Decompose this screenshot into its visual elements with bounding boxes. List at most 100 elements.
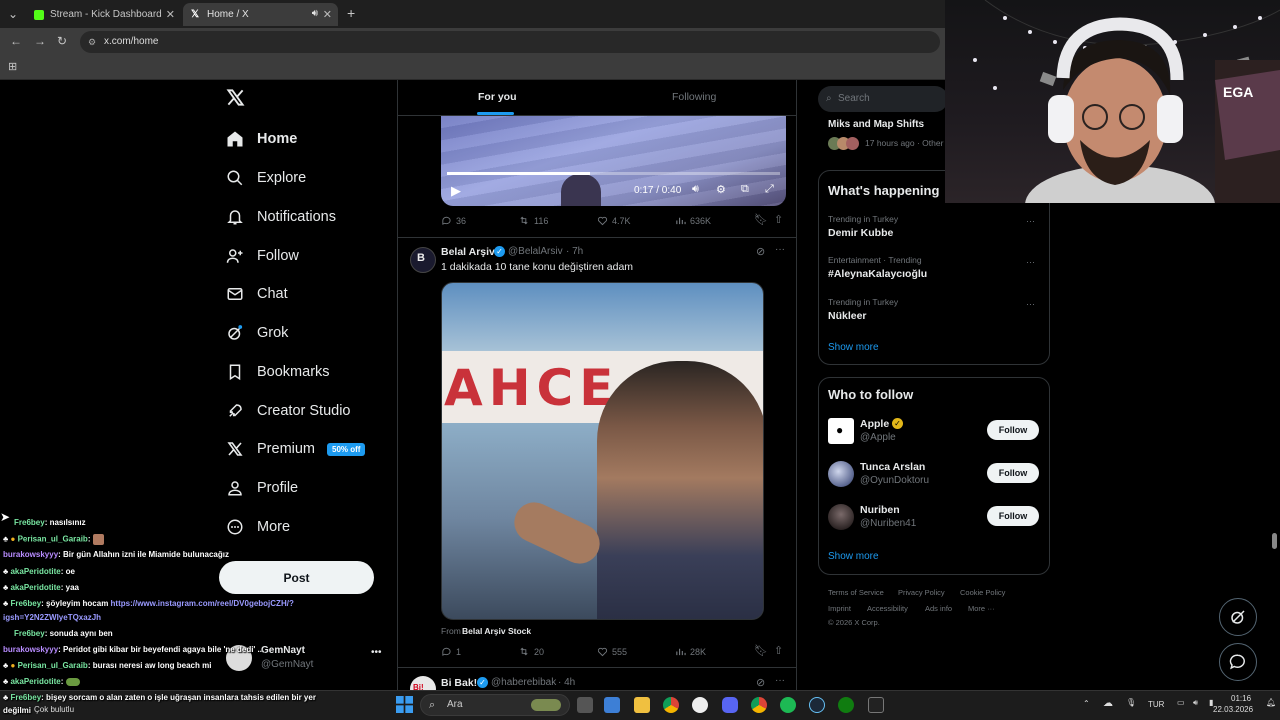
apps-grid-icon[interactable]: ⊞ — [8, 60, 17, 73]
start-button[interactable] — [396, 696, 413, 713]
footer-terms[interactable]: Terms of Service — [828, 588, 884, 597]
discord-icon[interactable] — [722, 697, 738, 713]
reply-stat[interactable]: 36 — [441, 215, 466, 226]
nav-grok[interactable]: Grok — [226, 318, 288, 348]
nav-more[interactable]: More — [226, 512, 290, 542]
show-more-link[interactable]: Show more — [828, 342, 879, 353]
nav-chat[interactable]: Chat — [226, 279, 288, 309]
follow-button[interactable]: Follow — [987, 463, 1039, 483]
play-icon[interactable]: ▶ — [451, 183, 461, 199]
search-input[interactable]: ⌕ Search — [818, 86, 948, 112]
tab-following[interactable]: Following — [672, 91, 716, 103]
close-tab-icon[interactable]: ✕ — [166, 8, 175, 21]
xbox-icon[interactable] — [838, 697, 854, 713]
trend-item[interactable]: Trending in Turkey Demir Kubbe ··· — [818, 210, 1050, 250]
site-info-icon[interactable]: ⚙ — [88, 31, 96, 53]
reload-icon[interactable]: ↻ — [57, 34, 67, 48]
tab-for-you[interactable]: For you — [478, 91, 517, 103]
nav-premium[interactable]: Premium 50% off — [226, 434, 366, 464]
nav-explore[interactable]: Explore — [226, 163, 306, 193]
post-author[interactable]: Bi Bak! — [441, 677, 477, 689]
views-stat[interactable]: 636K — [675, 215, 711, 226]
show-more-link[interactable]: Show more — [828, 551, 879, 562]
footer-cookie[interactable]: Cookie Policy — [960, 588, 1005, 597]
url-input[interactable]: ⚙ x.com/home — [80, 31, 940, 53]
close-tab-icon[interactable]: ✕ — [323, 8, 332, 21]
spotify-icon[interactable] — [780, 697, 796, 713]
more-icon[interactable]: ··· — [775, 244, 785, 255]
task-view-icon[interactable] — [577, 697, 593, 713]
bookmark-icon[interactable]: 🔖︎ — [754, 213, 768, 226]
like-stat[interactable]: 4.7K — [597, 215, 631, 226]
weather-text[interactable]: Çok bulutlu — [34, 705, 74, 714]
repost-stat[interactable]: 20 — [518, 646, 544, 657]
chat-link[interactable]: igsh=Y2N2ZWIyeTQxazJh — [3, 613, 101, 622]
video-progress-track[interactable] — [447, 172, 780, 175]
grok-icon[interactable]: ⊘ — [756, 245, 765, 258]
nav-follow[interactable]: Follow — [226, 241, 299, 271]
forward-icon[interactable]: → — [34, 34, 46, 48]
video-player[interactable]: ▶ 0:17 / 0:40 🔊︎ ⚙ ⧉ ⤢ — [441, 116, 786, 206]
network-icon[interactable]: ▭ — [1177, 698, 1185, 707]
back-icon[interactable]: ← — [10, 34, 22, 48]
tab-home-x[interactable]: 𝕏 Home / X 🔊︎ ✕ — [183, 3, 338, 26]
taskbar-search-input[interactable]: ⌕ Ara — [420, 694, 570, 716]
chrome-icon[interactable] — [663, 697, 679, 713]
more-icon[interactable]: ••• — [371, 647, 382, 658]
post-media[interactable]: AHCE — [441, 282, 764, 620]
share-icon[interactable]: ⇧ — [774, 644, 783, 657]
volume-icon[interactable]: 🔊︎ — [692, 183, 699, 196]
notification-icon[interactable]: 🔔︎ — [1266, 698, 1276, 707]
nav-notifications[interactable]: Notifications — [226, 202, 336, 232]
more-icon[interactable]: ··· — [1026, 257, 1035, 267]
more-icon[interactable]: ··· — [1026, 299, 1035, 309]
nav-home[interactable]: Home — [226, 124, 297, 154]
share-icon[interactable]: ⇧ — [774, 213, 783, 226]
trend-item[interactable]: Trending in Turkey Nükleer ··· — [818, 293, 1050, 333]
cloud-icon[interactable]: ☁ — [1103, 698, 1113, 709]
like-stat[interactable]: 555 — [597, 646, 627, 657]
post-handle[interactable]: @BelalArsiv — [508, 246, 563, 257]
footer-imprint[interactable]: Imprint — [828, 604, 851, 613]
media-source[interactable]: Belal Arşiv Stock — [462, 626, 531, 636]
footer-ads-info[interactable]: Ads info — [925, 604, 952, 613]
epic-games-icon[interactable] — [868, 697, 884, 713]
nav-bookmarks[interactable]: Bookmarks — [226, 357, 330, 387]
clock-time[interactable]: 01:16 — [1231, 694, 1251, 703]
nav-creator-studio[interactable]: Creator Studio — [226, 396, 351, 426]
repost-stat[interactable]: 116 — [518, 215, 548, 226]
avatar[interactable]: B — [410, 247, 436, 273]
bookmark-icon[interactable]: 🔖︎ — [754, 644, 768, 657]
chat-link[interactable]: https://www.instagram.com/reel/DV0gebojC… — [111, 599, 294, 608]
settings-icon[interactable]: ⚙ — [716, 183, 726, 196]
audio-icon[interactable]: 🔊︎ — [312, 8, 318, 19]
volume-icon[interactable]: 🔊︎ — [1193, 698, 1198, 708]
language-indicator[interactable]: TUR — [1148, 700, 1164, 709]
mic-icon[interactable]: 🎙︎ — [1126, 698, 1136, 707]
scrollbar-thumb[interactable] — [1272, 533, 1277, 549]
clock-date[interactable]: 22.03.2026 — [1213, 705, 1253, 714]
more-icon[interactable]: ··· — [1026, 216, 1035, 226]
chrome-icon[interactable] — [751, 697, 767, 713]
live-space[interactable]: Miks and Map Shifts 17 hours ago · Other — [818, 112, 945, 158]
store-icon[interactable] — [604, 697, 620, 713]
footer-more[interactable]: More ··· — [968, 604, 995, 613]
more-icon[interactable]: ··· — [775, 675, 785, 686]
post-handle[interactable]: @haberebibak — [491, 677, 556, 688]
post-button[interactable]: Post — [219, 561, 374, 594]
grok-float-button[interactable] — [1219, 598, 1257, 636]
footer-privacy[interactable]: Privacy Policy — [898, 588, 945, 597]
tray-overflow-icon[interactable]: ⌃ — [1083, 699, 1090, 708]
post-author[interactable]: Belal Arşiv — [441, 246, 495, 258]
follow-button[interactable]: Follow — [987, 506, 1039, 526]
steam-icon[interactable] — [809, 697, 825, 713]
reply-stat[interactable]: 1 — [441, 646, 461, 657]
grok-icon[interactable]: ⊘ — [756, 676, 765, 689]
tab-search-icon[interactable]: ⌄ — [8, 7, 18, 21]
trend-item[interactable]: Entertainment · Trending #AleynaKalaycıo… — [818, 251, 1050, 291]
messages-float-button[interactable] — [1219, 643, 1257, 681]
pip-icon[interactable]: ⧉ — [741, 183, 749, 196]
tab-kick-dashboard[interactable]: Stream - Kick Dashboard ✕ — [26, 3, 181, 26]
footer-accessibility[interactable]: Accessibility — [867, 604, 908, 613]
new-tab-icon[interactable]: + — [347, 5, 355, 21]
